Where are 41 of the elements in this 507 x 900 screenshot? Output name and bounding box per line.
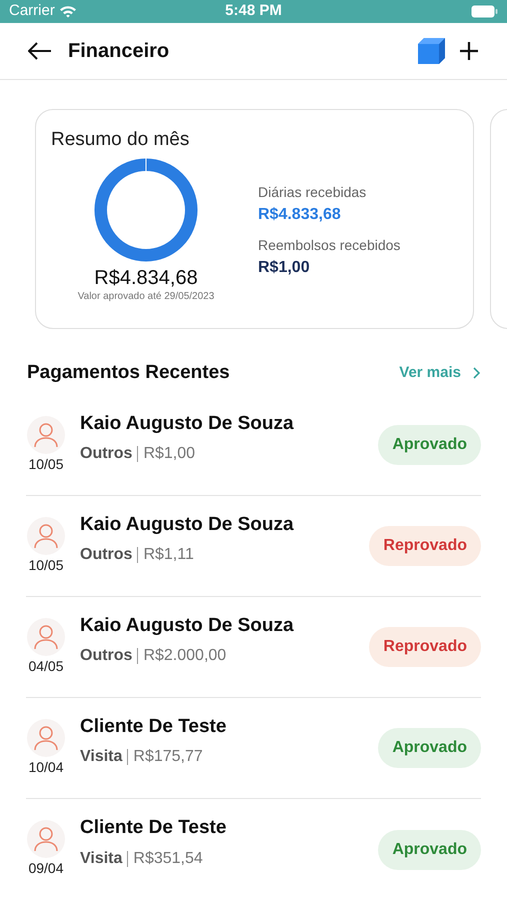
status-badge: Aprovado: [378, 728, 481, 768]
payment-row[interactable]: 10/05 Kaio Augusto De Souza Outros R$1,00 Aprovado: [26, 395, 481, 496]
payment-row[interactable]: 09/04 Cliente De Teste Visita R$351,54 Aprovado: [26, 799, 481, 900]
summary-label: Reembolsos recebidos: [258, 236, 400, 254]
payment-amount: R$351,54: [133, 848, 203, 869]
payment-date: 10/05: [28, 556, 64, 574]
summary-value: R$4.833,68: [258, 204, 342, 224]
page-title: Financeiro: [68, 38, 170, 64]
payee-name: Kaio Augusto De Souza: [80, 512, 295, 537]
payment-date: 09/04: [28, 859, 64, 878]
payee-name: Kaio Augusto De Souza: [80, 412, 295, 436]
payment-row[interactable]: 10/05 Kaio Augusto De Souza Outros R$1,11 Reprovado: [26, 496, 481, 597]
status-badge: Aprovado: [378, 830, 481, 870]
payee-name: Kaio Augusto De Souza: [80, 614, 295, 638]
payment-date: 04/05: [28, 656, 64, 676]
payment-amount: R$1,11: [143, 545, 194, 566]
payment-amount: R$2.000,00: [143, 646, 226, 666]
payment-date: 10/04: [28, 758, 64, 776]
section-title: Pagamentos Recentes: [27, 360, 231, 384]
card-title: Resumo do mês: [51, 128, 190, 152]
payment-category: Visita: [80, 747, 122, 768]
carrier-label: Carrier: [9, 1, 55, 21]
total-note: Valor aprovado até 29/05/2023: [78, 290, 214, 303]
clock: 5:48 PM: [224, 1, 283, 21]
status-badge: Reprovado: [369, 627, 481, 667]
payment-row[interactable]: 10/04 Cliente De Teste Visita R$175,77 Aprovado: [26, 698, 481, 799]
payment-category: Outros: [80, 545, 132, 566]
payment-amount: R$175,77: [133, 747, 203, 768]
payment-category: Outros: [80, 444, 132, 464]
payee-name: Cliente De Teste: [80, 714, 228, 739]
summary-value: R$1,00: [258, 258, 311, 278]
status-badge: Reprovado: [369, 526, 481, 566]
payment-category: Visita: [80, 848, 122, 869]
payment-amount: R$1,00: [143, 444, 196, 464]
payment-row[interactable]: 04/05 Kaio Augusto De Souza Outros R$2.000,00 Reprovado: [26, 597, 481, 698]
status-badge: Aprovado: [378, 425, 481, 465]
payment-date: 10/05: [28, 454, 64, 474]
total-amount: R$4.834,68: [94, 266, 198, 290]
payment-category: Outros: [80, 646, 132, 666]
summary-label: Diárias recebidas: [258, 182, 368, 202]
payee-name: Cliente De Teste: [80, 816, 228, 840]
